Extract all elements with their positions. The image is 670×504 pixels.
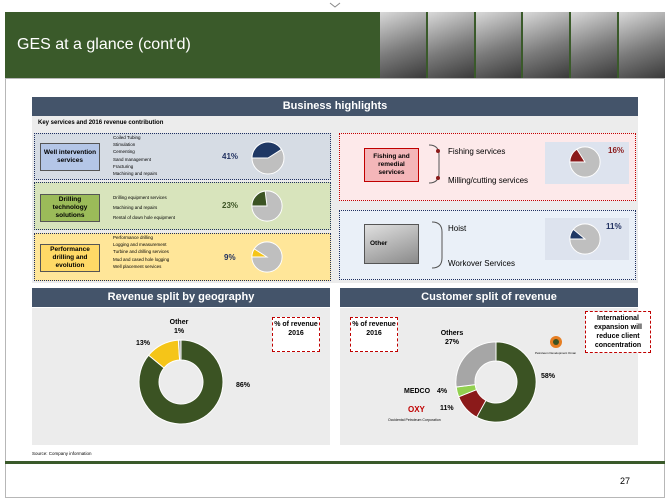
service-item: Fracturing xyxy=(113,163,134,169)
fishing-label: Fishing and remedial services xyxy=(364,148,419,182)
well-intervention-label: Well intervention services xyxy=(40,143,100,171)
fishing-pie xyxy=(569,146,601,178)
page-title: GES at a glance (cont'd) xyxy=(17,36,191,53)
other-service-item: Workover Services xyxy=(448,259,515,268)
header-photo xyxy=(380,12,426,78)
service-item: Well placement services xyxy=(113,263,162,269)
well-intervention-pie xyxy=(251,141,285,175)
service-item: Rental of down hole equipment xyxy=(113,214,176,220)
oxy-caption: Occidental Petroleum Corporation xyxy=(388,418,441,422)
customer-donut xyxy=(455,341,537,423)
customer-others: Others 27% xyxy=(435,329,469,347)
service-item: Cementing xyxy=(113,149,135,155)
other-pct: 11% xyxy=(606,222,622,231)
service-item: Logging and measurement xyxy=(113,242,167,248)
performance-items: Performance drilling Logging and measure… xyxy=(113,234,169,270)
well-intervention-items: Coiled Tubing Stimulation Cementing Sand… xyxy=(113,134,157,177)
pie-slice-drilling xyxy=(251,190,268,207)
header-photo xyxy=(475,12,522,78)
service-item: Coiled Tubing xyxy=(113,135,141,140)
geography-donut xyxy=(138,339,224,425)
header-photo xyxy=(427,12,474,78)
geography-bar: Revenue split by geography xyxy=(32,288,330,307)
client-concentration-callout: International expansion will reduce clie… xyxy=(585,311,651,353)
performance-label: Performance drilling and evolution xyxy=(40,244,100,272)
business-subheading: Key services and 2016 revenue contributi… xyxy=(38,120,164,126)
performance-pie xyxy=(251,241,283,273)
header-photo-strip xyxy=(380,12,665,78)
header-banner: GES at a glance (cont'd) xyxy=(5,12,665,78)
footer-rule xyxy=(5,461,665,464)
other-service-item: Hoist xyxy=(448,224,467,233)
geography-other-label: Other xyxy=(169,319,189,326)
fishing-item: Fishing services xyxy=(448,147,506,156)
other-brace-icon xyxy=(431,221,443,269)
geography-pct-13: 13% xyxy=(136,340,151,347)
oxy-logo: OXY xyxy=(408,405,425,414)
fishing-pct: 16% xyxy=(608,146,625,155)
medco-label: MEDCO xyxy=(404,388,431,395)
fishing-item: Milling/cutting services xyxy=(448,176,529,185)
customer-bar: Customer split of revenue xyxy=(340,288,638,307)
page-number: 27 xyxy=(620,476,631,486)
service-item: Turbine and drilling services xyxy=(113,249,169,255)
pdo-caption: Petroleum Development Oman xyxy=(535,351,577,355)
source-note: Source: Company information xyxy=(32,451,92,456)
geography-other: Other 1% xyxy=(168,318,190,336)
other-services-image: Other xyxy=(364,224,419,264)
business-highlights-bar: Business highlights xyxy=(32,97,638,116)
performance-pct: 9% xyxy=(224,253,236,262)
customer-donut-slice-3 xyxy=(455,341,497,388)
geography-pct-86: 86% xyxy=(236,382,251,389)
fishing-brace-icon xyxy=(428,144,440,184)
service-item: Mud and cased hole logging xyxy=(113,256,170,262)
service-item: Stimulation xyxy=(113,142,136,148)
geography-callout: % of revenue 2016 xyxy=(272,317,320,352)
drilling-items: Drilling equipment services Machining an… xyxy=(113,193,175,223)
service-item: Machining and repairs xyxy=(113,204,158,210)
geography-other-pct: 1% xyxy=(173,328,185,336)
service-item: Machining and repairs xyxy=(113,170,158,176)
service-item: Sand management xyxy=(113,156,152,162)
service-item: Drilling equipment services xyxy=(113,195,167,200)
drilling-pct: 23% xyxy=(222,201,239,210)
other-services-label: Other xyxy=(370,240,388,248)
header-photo xyxy=(619,12,665,78)
customer-others-pct: 27% xyxy=(444,339,459,347)
pdo-logo-icon xyxy=(550,336,562,348)
oxy-pct: 11% xyxy=(440,405,454,412)
header-photo xyxy=(571,12,618,78)
top-chevron-icon xyxy=(329,2,341,8)
drilling-pie xyxy=(251,190,283,222)
well-intervention-pct: 41% xyxy=(222,152,239,161)
header-photo xyxy=(523,12,570,78)
drilling-label: Drilling technology solutions xyxy=(40,194,100,222)
medco-pct: 4% xyxy=(437,388,448,395)
service-item: Performance drilling xyxy=(113,235,154,240)
customer-others-label: Others xyxy=(440,330,464,337)
other-pie xyxy=(569,223,601,255)
customer-callout: % of revenue 2016 xyxy=(350,317,398,352)
customer-pct-58: 58% xyxy=(541,373,556,380)
